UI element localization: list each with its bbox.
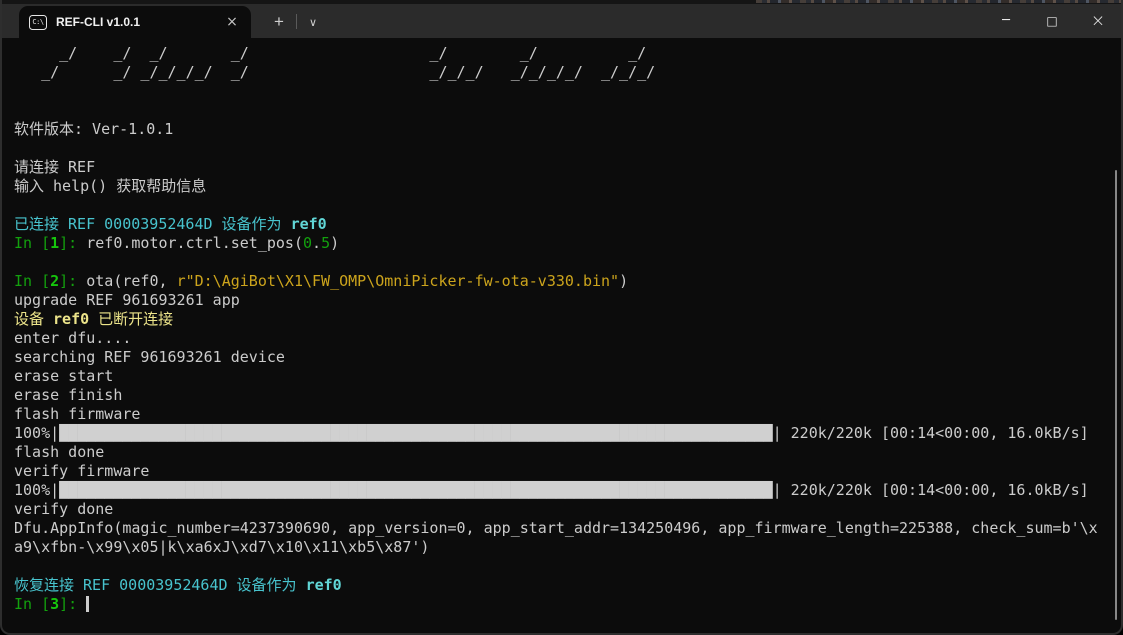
terminal-line: flash firmware bbox=[14, 405, 1109, 424]
tab-ref-cli[interactable]: C:\ REF-CLI v1.0.1 × bbox=[19, 6, 251, 38]
terminal-text: _/ _/ _/ _/ _/ _/ _/ bbox=[14, 44, 646, 62]
terminal-text: ]: bbox=[59, 272, 86, 290]
terminal-line: 设备 ref0 已断开连接 bbox=[14, 310, 1109, 329]
terminal-text: upgrade REF 961693261 app bbox=[14, 291, 240, 309]
terminal-line: 恢复连接 REF 00003952464D 设备作为 ref0 bbox=[14, 576, 1109, 595]
terminal[interactable]: _/ _/ _/ _/ _/ _/ _/ _/ _/ _/_/_/_/ _/ _… bbox=[2, 38, 1121, 635]
terminal-line: 输入 help() 获取帮助信息 bbox=[14, 177, 1109, 196]
terminal-text: 100%| bbox=[14, 424, 59, 442]
tab-title: REF-CLI v1.0.1 bbox=[56, 15, 223, 29]
terminal-line: erase finish bbox=[14, 386, 1109, 405]
terminal-line: upgrade REF 961693261 app bbox=[14, 291, 1109, 310]
terminal-line bbox=[14, 82, 1109, 101]
new-tab-button[interactable]: + bbox=[264, 7, 294, 37]
terminal-text: erase finish bbox=[14, 386, 122, 404]
terminal-line: 100%|███████████████████████████████████… bbox=[14, 424, 1109, 443]
terminal-line: In [1]: ref0.motor.ctrl.set_pos(0.5) bbox=[14, 234, 1109, 253]
terminal-text: | 220k/220k [00:14<00:00, 16.0kB/s] bbox=[773, 424, 1089, 442]
terminal-text: 软件版本: Ver-1.0.1 bbox=[14, 120, 173, 138]
terminal-text: ) bbox=[330, 234, 339, 252]
tabbar-divider bbox=[296, 14, 297, 29]
terminal-line: _/ _/ _/ _/ _/ _/ _/ bbox=[14, 44, 1109, 63]
terminal-text: 输入 help() 获取帮助信息 bbox=[14, 177, 206, 195]
terminal-text: ]: bbox=[59, 234, 86, 252]
terminal-line: erase start bbox=[14, 367, 1109, 386]
tab-close-icon[interactable]: × bbox=[223, 13, 241, 31]
background-noise bbox=[756, 0, 1121, 3]
terminal-text: ████████████████████████████████████████… bbox=[59, 481, 772, 499]
terminal-text: searching REF 961693261 device bbox=[14, 348, 285, 366]
terminal-text: 已断开连接 bbox=[89, 310, 173, 328]
terminal-line: searching REF 961693261 device bbox=[14, 348, 1109, 367]
terminal-text: . bbox=[312, 234, 321, 252]
terminal-text: 2 bbox=[50, 272, 59, 290]
maximize-button[interactable]: □ bbox=[1029, 4, 1075, 37]
terminal-text: ref0 bbox=[53, 310, 89, 328]
text-cursor bbox=[86, 596, 89, 612]
terminal-text: In [ bbox=[14, 234, 50, 252]
terminal-line bbox=[14, 139, 1109, 158]
titlebar[interactable]: C:\ REF-CLI v1.0.1 × + ∨ ─ □ × bbox=[2, 4, 1121, 38]
terminal-text: _/ _/ _/_/_/_/ _/ _/_/_/ _/_/_/_/ _/_/_/ bbox=[14, 63, 655, 81]
terminal-line: _/ _/ _/_/_/_/ _/ _/_/_/ _/_/_/_/ _/_/_/ bbox=[14, 63, 1109, 82]
terminal-text: enter dfu.... bbox=[14, 329, 131, 347]
terminal-text: ref0.motor.ctrl.set_pos( bbox=[86, 234, 303, 252]
terminal-output: _/ _/ _/ _/ _/ _/ _/ _/ _/ _/_/_/_/ _/ _… bbox=[14, 44, 1109, 614]
terminal-text: 请连接 REF bbox=[14, 158, 95, 176]
terminal-text: ref0 bbox=[306, 576, 342, 594]
terminal-line bbox=[14, 196, 1109, 215]
terminal-line bbox=[14, 101, 1109, 120]
terminal-text: erase start bbox=[14, 367, 113, 385]
terminal-text: 恢复连接 REF 00003952464D 设备作为 bbox=[14, 576, 306, 594]
tab-dropdown-button[interactable]: ∨ bbox=[299, 7, 327, 37]
terminal-text: ) bbox=[619, 272, 628, 290]
terminal-text: verify firmware bbox=[14, 462, 149, 480]
terminal-line: In [2]: ota(ref0, r"D:\AgiBot\X1\FW_OMP\… bbox=[14, 272, 1109, 291]
terminal-window: C:\ REF-CLI v1.0.1 × + ∨ ─ □ × _/ _/ _/ … bbox=[0, 0, 1123, 635]
terminal-text: a9\xfbn-\x99\x05|k\xa6xJ\xd7\x10\x11\xb5… bbox=[14, 538, 429, 556]
terminal-line bbox=[14, 253, 1109, 272]
terminal-text: verify done bbox=[14, 500, 113, 518]
terminal-line: a9\xfbn-\x99\x05|k\xa6xJ\xd7\x10\x11\xb5… bbox=[14, 538, 1109, 557]
window-close-button[interactable]: × bbox=[1075, 4, 1121, 37]
terminal-text: flash done bbox=[14, 443, 104, 461]
terminal-text: ████████████████████████████████████████… bbox=[59, 424, 772, 442]
terminal-line: 请连接 REF bbox=[14, 158, 1109, 177]
terminal-line: flash done bbox=[14, 443, 1109, 462]
terminal-line: 100%|███████████████████████████████████… bbox=[14, 481, 1109, 500]
terminal-line: Dfu.AppInfo(magic_number=4237390690, app… bbox=[14, 519, 1109, 538]
terminal-text: 100%| bbox=[14, 481, 59, 499]
minimize-button[interactable]: ─ bbox=[983, 4, 1029, 37]
terminal-text: In [ bbox=[14, 595, 50, 613]
terminal-line: 已连接 REF 00003952464D 设备作为 ref0 bbox=[14, 215, 1109, 234]
terminal-text: 0 bbox=[303, 234, 312, 252]
terminal-text: ]: bbox=[59, 595, 86, 613]
terminal-line: In [3]: bbox=[14, 595, 1109, 614]
terminal-line: verify done bbox=[14, 500, 1109, 519]
terminal-text: ota(ref0, bbox=[86, 272, 176, 290]
terminal-text: 3 bbox=[50, 595, 59, 613]
terminal-line: verify firmware bbox=[14, 462, 1109, 481]
terminal-text: In [ bbox=[14, 272, 50, 290]
terminal-text: Dfu.AppInfo(magic_number=4237390690, app… bbox=[14, 519, 1098, 537]
terminal-text: 5 bbox=[321, 234, 330, 252]
command-prompt-icon: C:\ bbox=[29, 15, 47, 30]
scrollbar-thumb[interactable] bbox=[1115, 170, 1117, 620]
terminal-text: | 220k/220k [00:14<00:00, 16.0kB/s] bbox=[773, 481, 1089, 499]
terminal-line: 软件版本: Ver-1.0.1 bbox=[14, 120, 1109, 139]
terminal-text: ref0 bbox=[291, 215, 327, 233]
window-controls: ─ □ × bbox=[983, 4, 1121, 37]
terminal-text: 已连接 REF 00003952464D 设备作为 bbox=[14, 215, 291, 233]
terminal-text: flash firmware bbox=[14, 405, 140, 423]
terminal-line: enter dfu.... bbox=[14, 329, 1109, 348]
background-window-sliver bbox=[2, 0, 1121, 4]
terminal-text: 1 bbox=[50, 234, 59, 252]
terminal-line bbox=[14, 557, 1109, 576]
terminal-text: 设备 bbox=[14, 310, 53, 328]
terminal-text: r"D:\AgiBot\X1\FW_OMP\OmniPicker-fw-ota-… bbox=[177, 272, 620, 290]
